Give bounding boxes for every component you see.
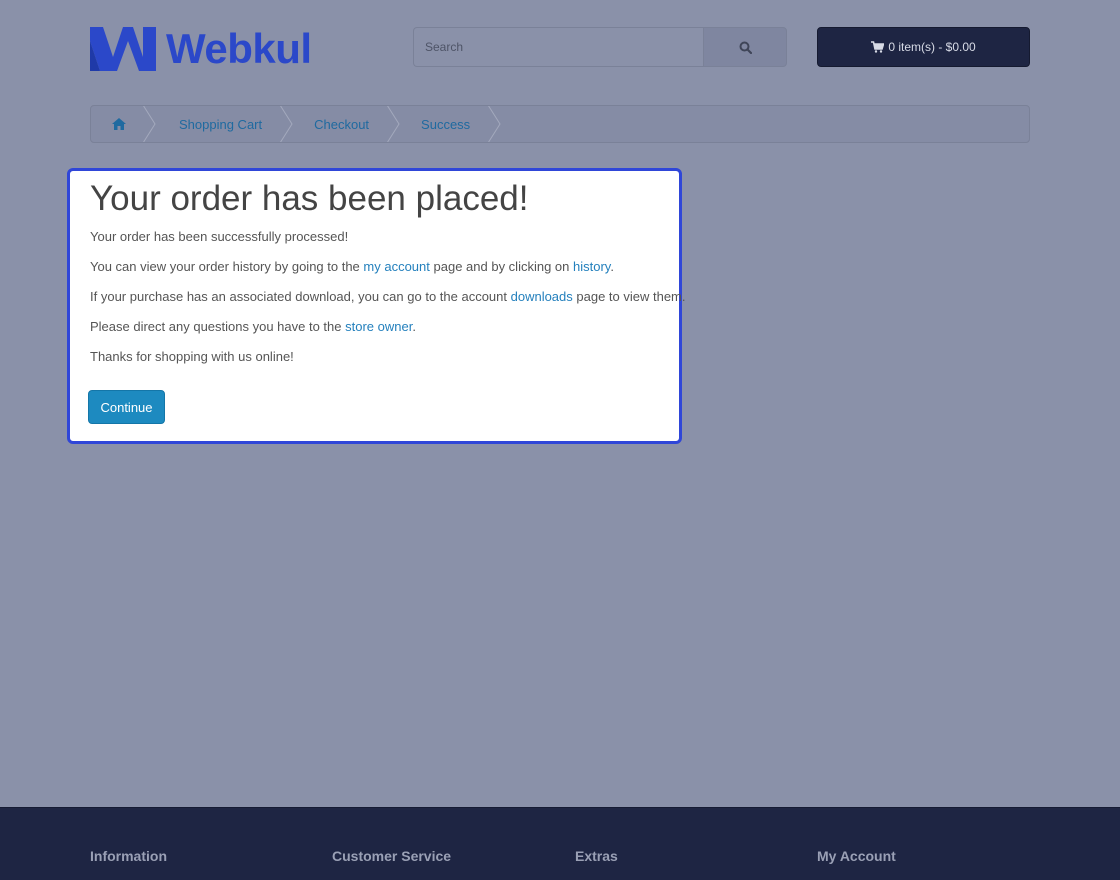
breadcrumb-label: Shopping Cart <box>179 116 263 132</box>
thanks-text: Thanks for shopping with us online! <box>90 349 294 364</box>
search-icon <box>739 41 752 54</box>
breadcrumb-home[interactable] <box>91 106 147 142</box>
store-owner-link[interactable]: store owner <box>345 319 412 334</box>
order-history-message: You can view your order history by going… <box>90 259 614 274</box>
footer-heading-customer-service: Customer Service <box>332 848 452 864</box>
contact-message: Please direct any questions you have to … <box>90 319 416 334</box>
order-success-panel: Your order has been placed! Your order h… <box>67 168 686 444</box>
breadcrumb-success[interactable]: Success <box>401 106 492 142</box>
shopping-cart-icon <box>871 41 885 53</box>
continue-button[interactable]: Continue <box>88 390 165 424</box>
success-text: Your order has been successfully process… <box>90 229 349 244</box>
footer-heading-information: Information <box>90 848 167 864</box>
search-input[interactable] <box>413 27 703 67</box>
history-link[interactable]: history <box>573 259 610 274</box>
downloads-link[interactable]: downloads <box>511 289 573 304</box>
message-text: page and by clicking on <box>429 259 573 274</box>
home-icon <box>112 118 126 130</box>
breadcrumb-shopping-cart[interactable]: Shopping Cart <box>157 106 284 142</box>
search-button[interactable] <box>703 27 787 67</box>
success-message: Your order has been successfully process… <box>90 229 348 244</box>
message-text: Please direct any questions you have to … <box>90 319 346 334</box>
footer-heading-extras: Extras <box>575 848 618 864</box>
message-text: . <box>412 319 416 334</box>
page-title: Your order has been placed! <box>90 179 529 218</box>
breadcrumb-label: Checkout <box>314 116 370 132</box>
cart-label: 0 item(s) - $0.00 <box>888 40 976 54</box>
message-text: You can view your order history by going… <box>90 259 364 274</box>
message-text: . <box>610 259 614 274</box>
thanks-message: Thanks for shopping with us online! <box>90 349 294 364</box>
message-text: If your purchase has an associated downl… <box>90 289 511 304</box>
downloads-message: If your purchase has an associated downl… <box>90 289 686 304</box>
breadcrumb-checkout[interactable]: Checkout <box>294 106 391 142</box>
footer-heading-my-account: My Account <box>817 848 896 864</box>
logo-text: Webkul <box>166 25 312 72</box>
search-bar <box>413 27 787 67</box>
breadcrumb: Shopping Cart Checkout Success <box>90 105 1030 143</box>
breadcrumb-label: Success <box>421 116 471 132</box>
store-logo[interactable]: Webkul <box>90 27 312 71</box>
cart-button[interactable]: 0 item(s) - $0.00 <box>817 27 1030 67</box>
my-account-link[interactable]: my account <box>363 259 429 274</box>
footer: Information Customer Service Extras My A… <box>0 807 1120 880</box>
webkul-logo-icon <box>90 27 156 71</box>
message-text: page to view them. <box>572 289 686 304</box>
